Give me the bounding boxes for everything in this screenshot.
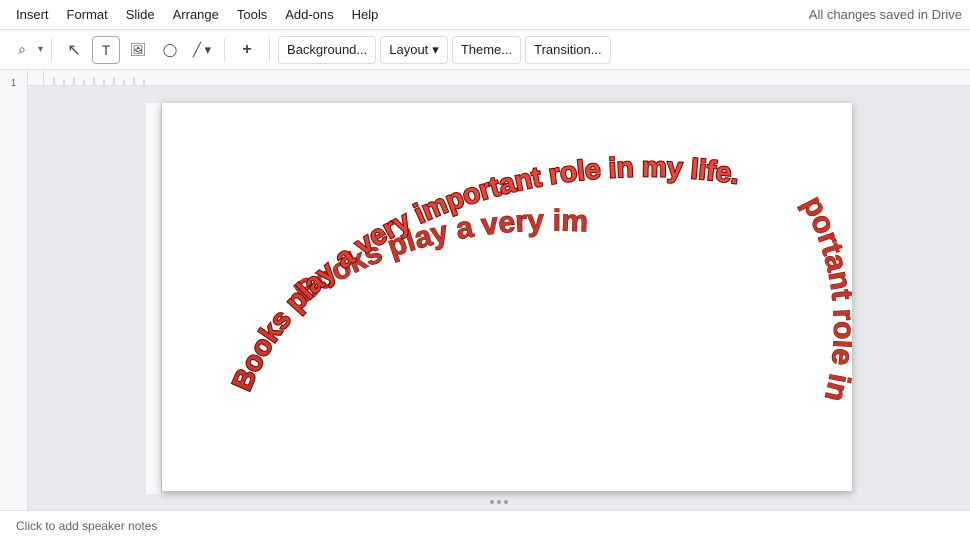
theme-button[interactable]: Theme... bbox=[452, 36, 521, 64]
slide-canvas[interactable]: Books play a very im portant role in bbox=[162, 103, 852, 491]
transition-button[interactable]: Transition... bbox=[525, 36, 610, 64]
add-element-btn[interactable]: + bbox=[233, 36, 261, 64]
zoom-control[interactable]: ⌕ ▾ bbox=[8, 36, 43, 64]
menu-addons[interactable]: Add-ons bbox=[277, 3, 341, 26]
menu-slide[interactable]: Slide bbox=[118, 3, 163, 26]
toolbar: ⌕ ▾ ↖ T 🖼 ◯ ╱ ▾ + Background... Layout ▾… bbox=[0, 30, 970, 70]
zoom-arrow: ▾ bbox=[38, 44, 43, 55]
slide-container: Books play a very im portant role in bbox=[146, 103, 852, 494]
menu-bar: Insert Format Slide Arrange Tools Add-on… bbox=[0, 0, 970, 30]
menu-tools[interactable]: Tools bbox=[229, 3, 275, 26]
slide-panel: 1 bbox=[0, 70, 28, 510]
canvas-area: Books play a very im portant role in bbox=[28, 70, 970, 510]
menu-insert[interactable]: Insert bbox=[8, 3, 57, 26]
cursor-tool[interactable]: ↖ bbox=[60, 36, 88, 64]
sep2 bbox=[224, 38, 225, 62]
textbox-tool[interactable]: T bbox=[92, 36, 120, 64]
save-status: All changes saved in Drive bbox=[809, 7, 962, 22]
zoom-icon[interactable]: ⌕ bbox=[8, 36, 36, 64]
notes-placeholder: Click to add speaker notes bbox=[16, 519, 157, 533]
dot3 bbox=[504, 500, 508, 504]
sep3 bbox=[269, 38, 270, 62]
menu-format[interactable]: Format bbox=[59, 3, 116, 26]
dot2 bbox=[497, 500, 501, 504]
scroll-dots bbox=[490, 500, 508, 504]
slide-number: 1 bbox=[11, 78, 17, 89]
shape-tool[interactable]: ◯ bbox=[156, 36, 184, 64]
ruler-vertical bbox=[146, 103, 162, 494]
background-button[interactable]: Background... bbox=[278, 36, 376, 64]
menu-help[interactable]: Help bbox=[344, 3, 387, 26]
ruler-h-ticks bbox=[44, 70, 970, 85]
line-tool[interactable]: ╱ ▾ bbox=[188, 36, 216, 64]
layout-arrow-icon: ▾ bbox=[432, 42, 439, 58]
curved-text-main: Books play a very important role in my l… bbox=[226, 151, 742, 395]
curved-text-right: portant role in bbox=[796, 190, 852, 404]
sep1 bbox=[51, 38, 52, 62]
ruler-horizontal bbox=[28, 70, 970, 86]
main-area: 1 bbox=[0, 70, 970, 510]
slide-viewport[interactable]: Books play a very im portant role in bbox=[28, 86, 970, 510]
main-text-group: Books play a very important role in my l… bbox=[226, 151, 742, 395]
layout-button[interactable]: Layout ▾ bbox=[380, 36, 448, 64]
ruler-v-ticks bbox=[146, 103, 162, 491]
image-tool[interactable]: 🖼 bbox=[124, 36, 152, 64]
menu-arrange[interactable]: Arrange bbox=[165, 3, 227, 26]
notes-area[interactable]: Click to add speaker notes bbox=[0, 510, 970, 540]
slide-content-svg: Books play a very im portant role in bbox=[162, 103, 852, 491]
dot1 bbox=[490, 500, 494, 504]
